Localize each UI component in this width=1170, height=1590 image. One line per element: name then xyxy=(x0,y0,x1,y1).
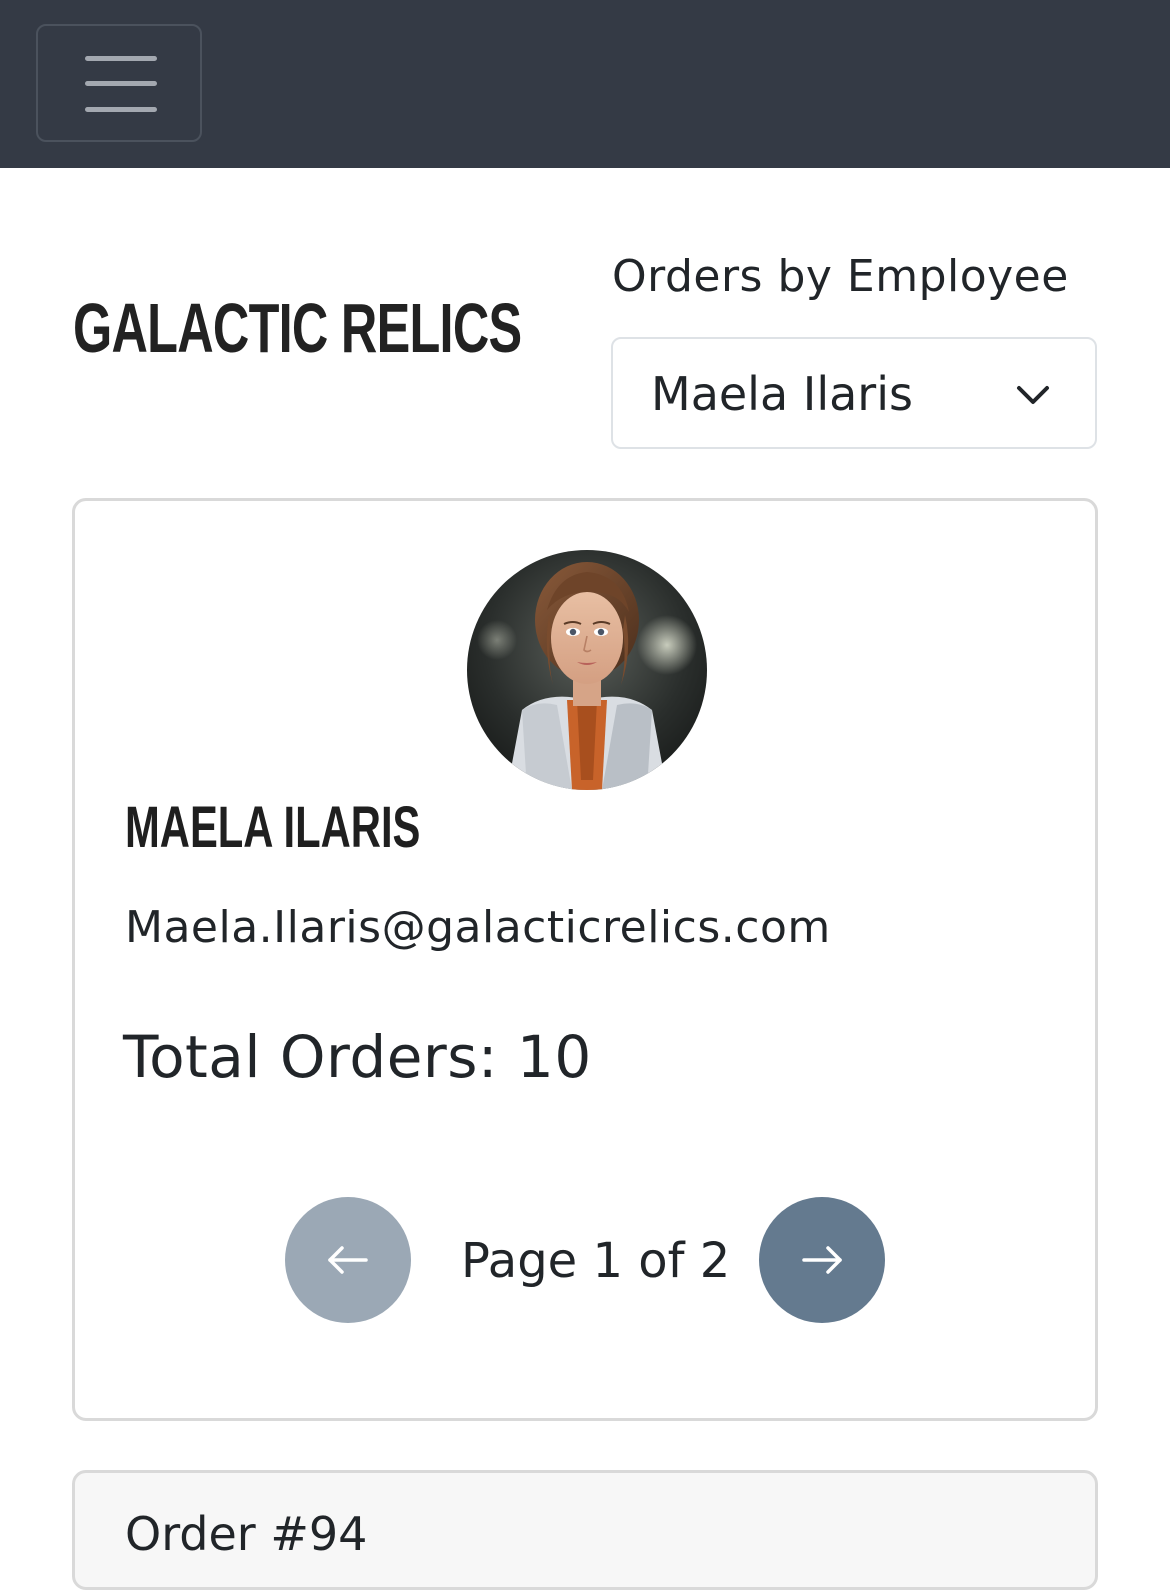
employee-filter-label: Orders by Employee xyxy=(612,251,1069,302)
arrow-right-icon xyxy=(802,1246,842,1274)
page-indicator: Page 1 of 2 xyxy=(461,1233,731,1289)
total-orders: Total Orders: 10 xyxy=(123,1023,592,1091)
order-title: Order #94 xyxy=(125,1507,368,1561)
previous-page-button[interactable] xyxy=(285,1197,411,1323)
employee-name: MAELA ILARIS xyxy=(125,795,421,860)
top-navbar xyxy=(0,0,1170,168)
chevron-down-icon xyxy=(1017,386,1049,404)
hamburger-menu-icon xyxy=(85,56,157,112)
order-card[interactable]: Order #94 xyxy=(72,1470,1098,1590)
employee-select-value: Maela Ilaris xyxy=(651,367,913,421)
employee-select[interactable]: Maela Ilaris xyxy=(611,337,1097,449)
brand-title: GALACTIC RELICS xyxy=(73,289,522,367)
employee-card: MAELA ILARIS Maela.Ilaris@galacticrelics… xyxy=(72,498,1098,1421)
arrow-left-icon xyxy=(328,1246,368,1274)
employee-avatar xyxy=(467,550,707,790)
employee-email: Maela.Ilaris@galacticrelics.com xyxy=(125,902,831,953)
menu-toggle-button[interactable] xyxy=(36,24,202,142)
next-page-button[interactable] xyxy=(759,1197,885,1323)
